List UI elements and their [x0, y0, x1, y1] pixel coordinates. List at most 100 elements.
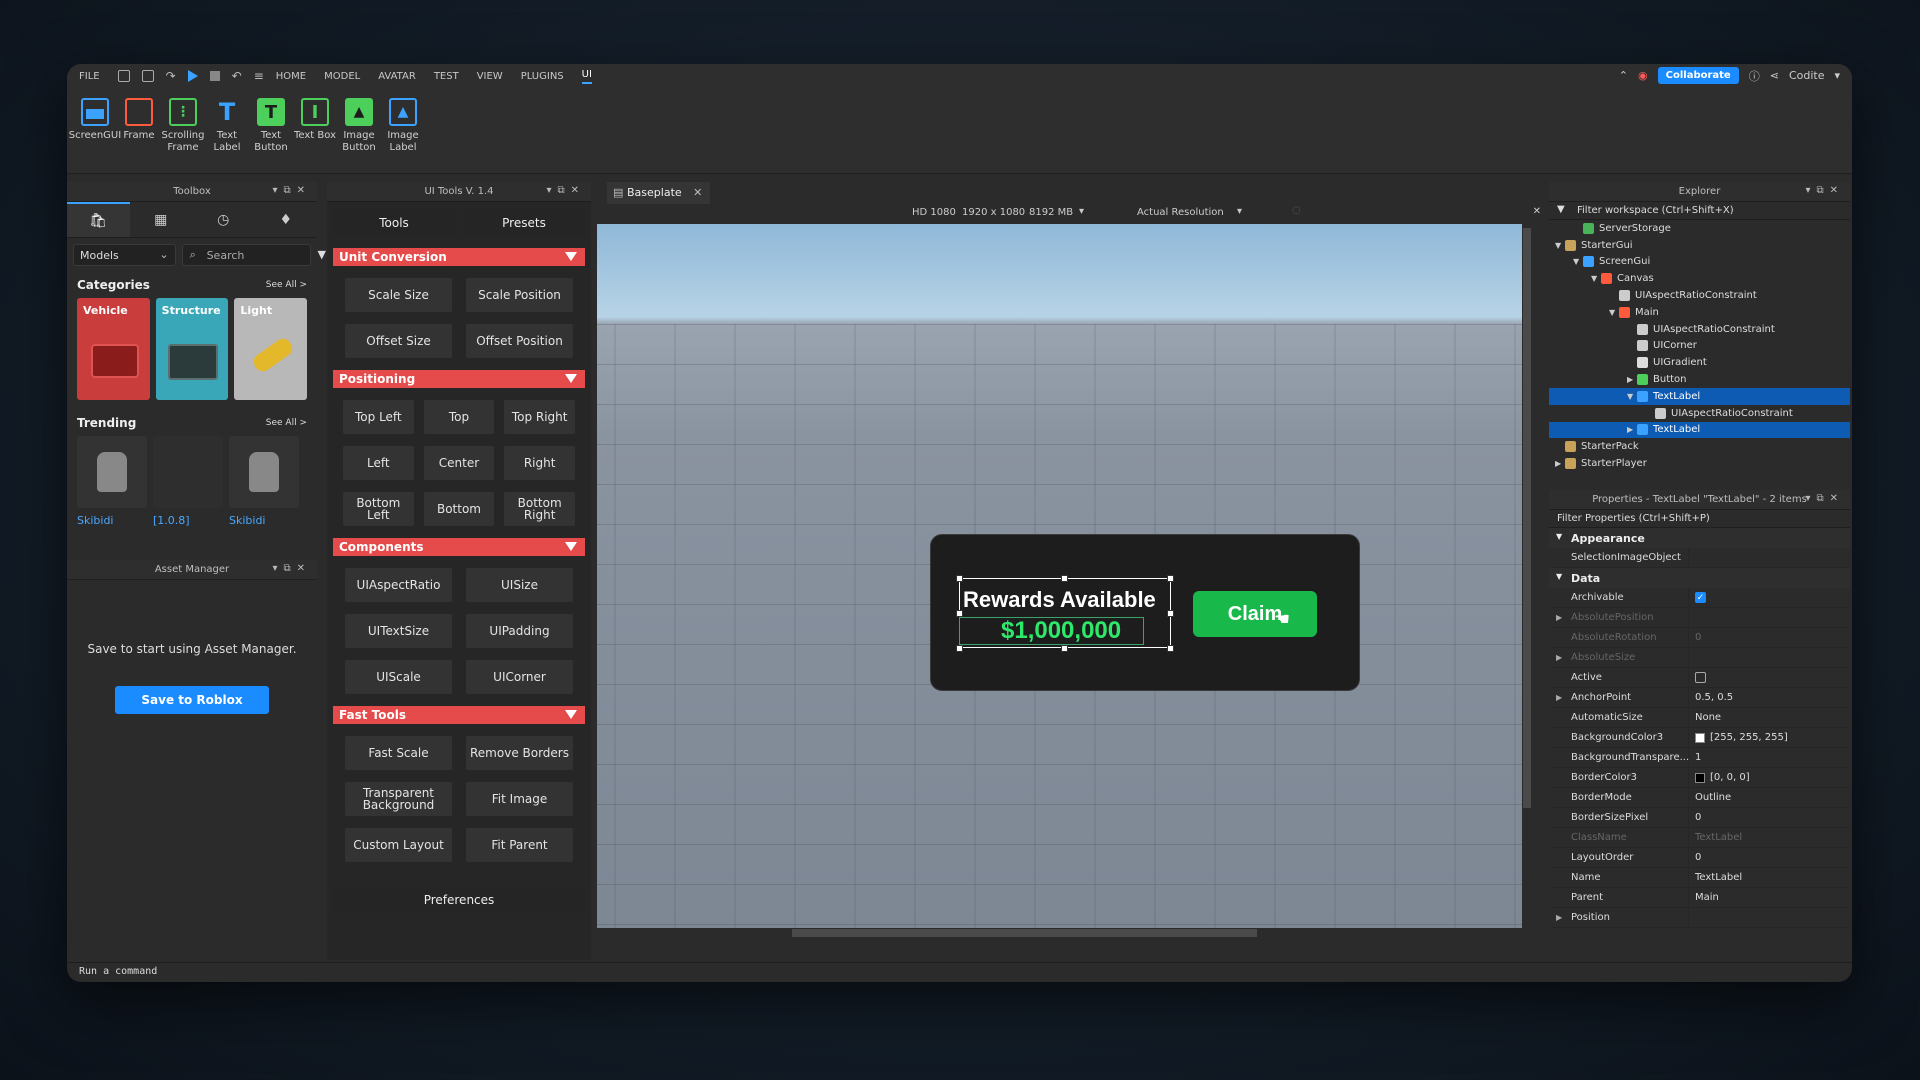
- filter-icon[interactable]: ▼: [318, 248, 326, 261]
- property-row[interactable]: LayoutOrder 0: [1549, 848, 1850, 868]
- tool-screengui[interactable]: ScreenGUI: [69, 88, 121, 173]
- chevron-down-icon[interactable]: ▾: [1834, 69, 1840, 82]
- see-all-link[interactable]: See All >: [266, 418, 307, 428]
- section-header[interactable]: Fast Tools: [333, 706, 585, 724]
- see-all-link[interactable]: See All >: [266, 280, 307, 290]
- panel-controls[interactable]: ▾⧉✕: [272, 185, 311, 196]
- uiaspectratio-button[interactable]: UIAspectRatio: [345, 568, 452, 602]
- help-icon[interactable]: ⓘ: [1749, 68, 1760, 84]
- collapse-arrow-icon[interactable]: ▶: [1556, 693, 1562, 702]
- panel-controls[interactable]: ▾⧉✕: [272, 563, 311, 574]
- collapse-arrow-icon[interactable]: ▶: [1556, 613, 1562, 622]
- property-value[interactable]: 0: [1689, 848, 1850, 867]
- fit-parent-button[interactable]: Fit Parent: [466, 828, 573, 862]
- menu-model[interactable]: MODEL: [324, 71, 360, 82]
- color-swatch[interactable]: [1695, 732, 1705, 743]
- panel-controls[interactable]: ▾⧉✕: [1805, 493, 1844, 504]
- property-row[interactable]: ClassName TextLabel: [1549, 828, 1850, 848]
- claim-button[interactable]: Claim: [1193, 591, 1317, 637]
- uicorner-button[interactable]: UICorner: [466, 660, 573, 694]
- property-value[interactable]: 0: [1689, 628, 1850, 647]
- tool-image-label[interactable]: ▲ Image Label: [381, 88, 425, 173]
- property-value[interactable]: [1689, 608, 1850, 627]
- property-category[interactable]: ▼ Data: [1549, 568, 1850, 588]
- section-header[interactable]: Positioning: [333, 370, 585, 388]
- tree-row[interactable]: ▼ StarterGui: [1549, 237, 1850, 254]
- property-value[interactable]: TextLabel: [1689, 868, 1850, 887]
- property-row[interactable]: BorderColor3 [0, 0, 0]: [1549, 768, 1850, 788]
- custom-layout-button[interactable]: Custom Layout: [345, 828, 452, 862]
- resize-handle[interactable]: [1061, 645, 1068, 652]
- clock-icon[interactable]: ◷: [192, 202, 255, 237]
- collapse-arrow-icon[interactable]: ▶: [1556, 913, 1562, 922]
- tab-tools[interactable]: Tools: [333, 210, 455, 236]
- property-value[interactable]: [1689, 668, 1850, 687]
- viewport-3d[interactable]: Rewards Available $1,000,000 Claim ☚: [597, 224, 1532, 938]
- trending-item-thumbnail[interactable]: [153, 436, 223, 508]
- uitextsize-button[interactable]: UITextSize: [345, 614, 452, 648]
- expand-arrow-icon[interactable]: ▼: [1591, 274, 1601, 283]
- tool-image-button[interactable]: ▲ Image Button: [337, 88, 381, 173]
- property-value[interactable]: 1: [1689, 748, 1850, 767]
- device-label[interactable]: HD 1080: [912, 207, 956, 218]
- command-bar[interactable]: Run a command: [67, 962, 1852, 982]
- resize-handle[interactable]: [1167, 575, 1174, 582]
- tool-frame[interactable]: Frame: [117, 88, 161, 173]
- collapse-arrow-icon[interactable]: ▶: [1627, 375, 1637, 384]
- tree-row[interactable]: UIAspectRatioConstraint: [1549, 405, 1850, 422]
- redo-icon[interactable]: ↷: [166, 69, 176, 83]
- property-category[interactable]: ▼ Appearance: [1549, 528, 1850, 548]
- stop-icon[interactable]: [209, 71, 220, 81]
- expand-arrow-icon[interactable]: ▼: [1556, 572, 1562, 581]
- tree-row[interactable]: UICorner: [1549, 338, 1850, 355]
- resize-handle[interactable]: [1061, 575, 1068, 582]
- property-row[interactable]: BackgroundColor3 [255, 255, 255]: [1549, 728, 1850, 748]
- open-file-icon[interactable]: [141, 70, 154, 82]
- center-button[interactable]: Center: [423, 446, 495, 480]
- expand-arrow-icon[interactable]: ▼: [1609, 308, 1619, 317]
- right-button[interactable]: Right: [504, 446, 575, 480]
- tree-row[interactable]: ▼ ScreenGui: [1549, 254, 1850, 271]
- menu-file[interactable]: FILE: [79, 71, 100, 82]
- property-value[interactable]: [1689, 648, 1850, 667]
- property-row[interactable]: BackgroundTranspare... 1: [1549, 748, 1850, 768]
- offset-position-button[interactable]: Offset Position: [466, 324, 573, 358]
- bag-icon[interactable]: 🛍: [67, 202, 130, 237]
- uipadding-button[interactable]: UIPadding: [466, 614, 573, 648]
- tab-presets[interactable]: Presets: [463, 210, 585, 236]
- top-button[interactable]: Top: [423, 400, 495, 434]
- property-row[interactable]: AutomaticSize None: [1549, 708, 1850, 728]
- collapse-icon[interactable]: ⌃: [1619, 69, 1628, 82]
- menu-view[interactable]: VIEW: [477, 71, 503, 82]
- expand-arrow-icon[interactable]: ▼: [1573, 257, 1583, 266]
- close-icon[interactable]: ✕: [693, 186, 702, 199]
- trending-item-thumbnail[interactable]: [77, 436, 147, 508]
- tree-row[interactable]: ▶ Button: [1549, 371, 1850, 388]
- property-value[interactable]: [1689, 908, 1850, 927]
- memory-label[interactable]: 8192 MB: [1029, 207, 1073, 218]
- tool-text-box[interactable]: I Text Box: [293, 88, 337, 173]
- uiscale-button[interactable]: UIScale: [345, 660, 452, 694]
- category-structure[interactable]: Structure: [155, 298, 229, 400]
- properties-filter-input[interactable]: Filter Properties (Ctrl+Shift+P): [1549, 510, 1850, 528]
- panel-controls[interactable]: ▾⧉✕: [546, 185, 585, 196]
- tree-row[interactable]: UIAspectRatioConstraint: [1549, 321, 1850, 338]
- vertical-scrollbar[interactable]: [1522, 224, 1532, 938]
- tree-row[interactable]: ▼ TextLabel: [1549, 387, 1850, 405]
- collaborate-button[interactable]: Collaborate: [1657, 67, 1739, 84]
- property-row[interactable]: AbsoluteRotation 0: [1549, 628, 1850, 648]
- resize-handle[interactable]: [956, 645, 963, 652]
- tool-text-button[interactable]: T Text Button: [249, 88, 293, 173]
- section-header[interactable]: Components: [333, 538, 585, 556]
- property-row[interactable]: BorderSizePixel 0: [1549, 808, 1850, 828]
- tool-text-label[interactable]: T Text Label: [205, 88, 249, 173]
- property-row[interactable]: ▶ AbsolutePosition: [1549, 608, 1850, 628]
- expand-arrow-icon[interactable]: ▼: [1555, 241, 1565, 250]
- bottom-button[interactable]: Bottom: [423, 492, 495, 526]
- top-left-button[interactable]: Top Left: [343, 400, 414, 434]
- panel-controls[interactable]: ▾⧉✕: [1805, 185, 1844, 196]
- resize-handle[interactable]: [956, 610, 963, 617]
- tree-row[interactable]: UIGradient: [1549, 354, 1850, 371]
- rewards-card[interactable]: Rewards Available $1,000,000 Claim ☚: [930, 534, 1360, 691]
- tree-row[interactable]: ▼ Canvas: [1549, 270, 1850, 287]
